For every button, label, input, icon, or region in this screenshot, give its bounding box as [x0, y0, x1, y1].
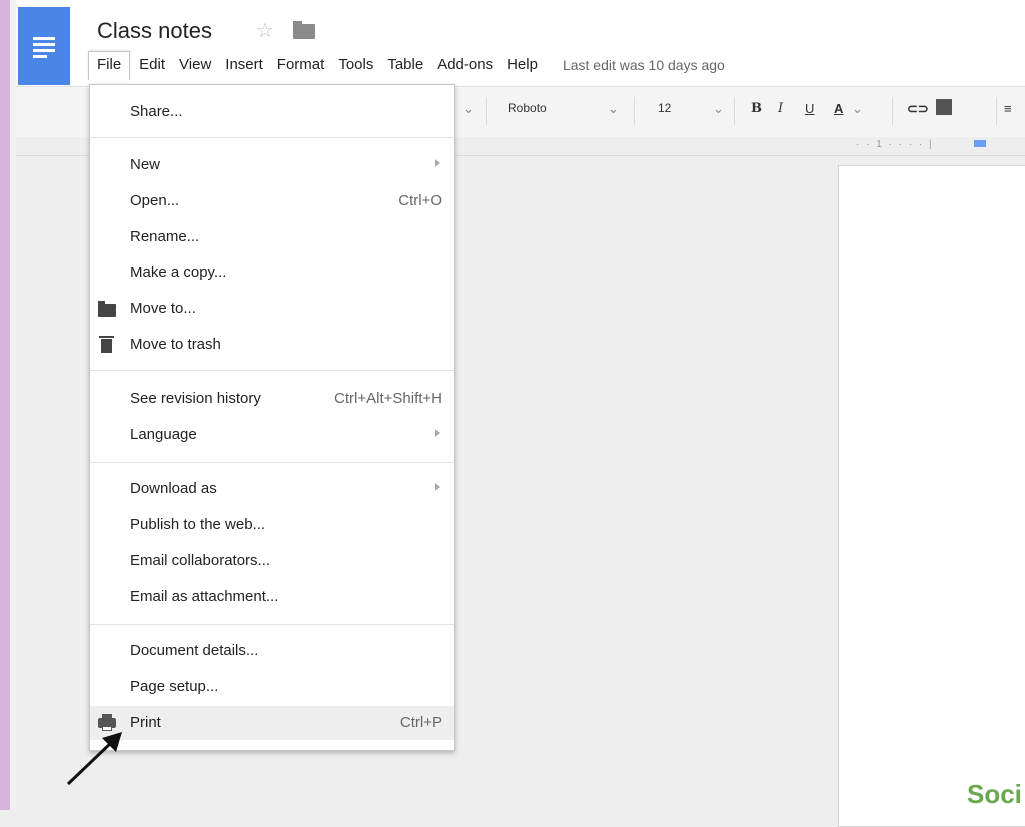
- menu-table[interactable]: Table: [380, 52, 430, 78]
- menu-divider: [90, 370, 454, 371]
- menu-item-label: Move to trash: [130, 336, 221, 353]
- folder-icon[interactable]: [293, 21, 315, 39]
- menu-item-email-attachment[interactable]: Email as attachment...: [90, 580, 454, 614]
- menu-file[interactable]: File: [88, 50, 131, 80]
- link-icon[interactable]: ⊂⊃: [907, 101, 929, 117]
- ruler-marks: · · 1 · · · · |: [856, 139, 934, 150]
- menu-item-publish[interactable]: Publish to the web...: [90, 508, 454, 542]
- menu-item-label: New: [130, 156, 161, 173]
- menu-item-document-details[interactable]: Document details...: [90, 634, 454, 668]
- menu-item-revision-history[interactable]: See revision history Ctrl+Alt+Shift+H: [90, 382, 454, 416]
- indent-handle[interactable]: [974, 140, 986, 147]
- style-dropdown-chevron-icon[interactable]: ⌄: [463, 101, 474, 117]
- menu-format[interactable]: Format: [270, 52, 332, 78]
- menu-item-label: Open...: [130, 192, 180, 209]
- menu-item-label: Email as attachment...: [130, 588, 279, 605]
- comment-icon[interactable]: [936, 99, 952, 115]
- toolbar-divider: [634, 97, 635, 125]
- document-title[interactable]: Class notes: [97, 18, 212, 44]
- menu-divider: [90, 624, 454, 625]
- menu-item-download-as[interactable]: Download as: [90, 472, 454, 506]
- menu-tools[interactable]: Tools: [331, 52, 380, 78]
- font-chevron-icon[interactable]: ⌄: [608, 101, 619, 117]
- menu-item-label: Move to...: [130, 300, 196, 317]
- docs-lines-icon: [33, 37, 55, 61]
- menu-divider: [90, 462, 454, 463]
- menu-item-new[interactable]: New: [90, 148, 454, 182]
- menu-item-rename[interactable]: Rename...: [90, 220, 454, 254]
- menu-item-label: Publish to the web...: [130, 516, 266, 533]
- menu-bar: File Edit View Insert Format Tools Table…: [88, 50, 725, 80]
- menu-item-label: Language: [130, 426, 197, 443]
- underline-button[interactable]: U: [805, 101, 814, 116]
- font-size-select[interactable]: 12: [658, 101, 671, 115]
- menu-item-page-setup[interactable]: Page setup...: [90, 670, 454, 704]
- shortcut-label: Ctrl+O: [398, 192, 442, 209]
- toolbar-divider: [486, 97, 487, 125]
- menu-item-label: Document details...: [130, 642, 259, 659]
- menu-item-open[interactable]: Open... Ctrl+O: [90, 184, 454, 218]
- star-icon[interactable]: ☆: [256, 18, 274, 43]
- menu-item-language[interactable]: Language: [90, 418, 454, 452]
- shortcut-label: Ctrl+Alt+Shift+H: [334, 390, 442, 407]
- italic-button[interactable]: I: [778, 101, 783, 116]
- file-menu-dropdown: Share... New Open... Ctrl+O Rename... Ma…: [89, 84, 455, 751]
- docs-home-icon[interactable]: [18, 7, 70, 85]
- menu-item-label: Rename...: [130, 228, 200, 245]
- submenu-arrow-icon: [435, 483, 440, 491]
- menu-edit[interactable]: Edit: [132, 52, 172, 78]
- document-page[interactable]: Soci: [838, 165, 1025, 827]
- menu-item-print[interactable]: Print Ctrl+P: [90, 706, 454, 740]
- bold-button[interactable]: B: [751, 101, 762, 116]
- page-text-fragment: Soci: [967, 779, 1022, 809]
- trash-icon: [99, 336, 114, 353]
- menu-item-move-to-trash[interactable]: Move to trash: [90, 328, 454, 362]
- menu-item-label: Make a copy...: [130, 264, 227, 281]
- menu-insert[interactable]: Insert: [218, 52, 270, 78]
- text-color-button[interactable]: A: [834, 101, 843, 116]
- shortcut-label: Ctrl+P: [399, 714, 442, 731]
- menu-item-label: Page setup...: [130, 678, 219, 695]
- menu-divider: [90, 137, 454, 138]
- menu-item-share[interactable]: Share...: [90, 95, 454, 129]
- menu-item-label: See revision history: [130, 390, 261, 407]
- toolbar-divider: [996, 97, 997, 125]
- toolbar-divider: [734, 97, 735, 125]
- menu-addons[interactable]: Add-ons: [430, 52, 500, 78]
- submenu-arrow-icon: [435, 159, 440, 167]
- text-color-chevron-icon[interactable]: ⌄: [852, 101, 863, 117]
- menu-view[interactable]: View: [172, 52, 218, 78]
- toolbar-divider: [892, 97, 893, 125]
- menu-item-move-to[interactable]: Move to...: [90, 292, 454, 326]
- menu-item-label: Share...: [130, 103, 183, 120]
- menu-item-label: Print: [130, 714, 161, 731]
- menu-item-label: Download as: [130, 480, 217, 497]
- size-chevron-icon[interactable]: ⌄: [713, 101, 724, 117]
- submenu-arrow-icon: [435, 429, 440, 437]
- font-family-select[interactable]: Roboto: [508, 101, 547, 115]
- menu-item-label: Email collaborators...: [130, 552, 271, 569]
- print-icon: [98, 714, 116, 731]
- menu-item-email-collaborators[interactable]: Email collaborators...: [90, 544, 454, 578]
- align-left-icon[interactable]: ≡: [1004, 101, 1012, 116]
- menu-item-make-copy[interactable]: Make a copy...: [90, 256, 454, 290]
- last-edit-status[interactable]: Last edit was 10 days ago: [563, 57, 725, 73]
- menu-help[interactable]: Help: [500, 52, 545, 78]
- folder-icon: [98, 301, 116, 317]
- left-edge-border: [0, 0, 10, 810]
- annotation-arrow-icon: [66, 732, 122, 786]
